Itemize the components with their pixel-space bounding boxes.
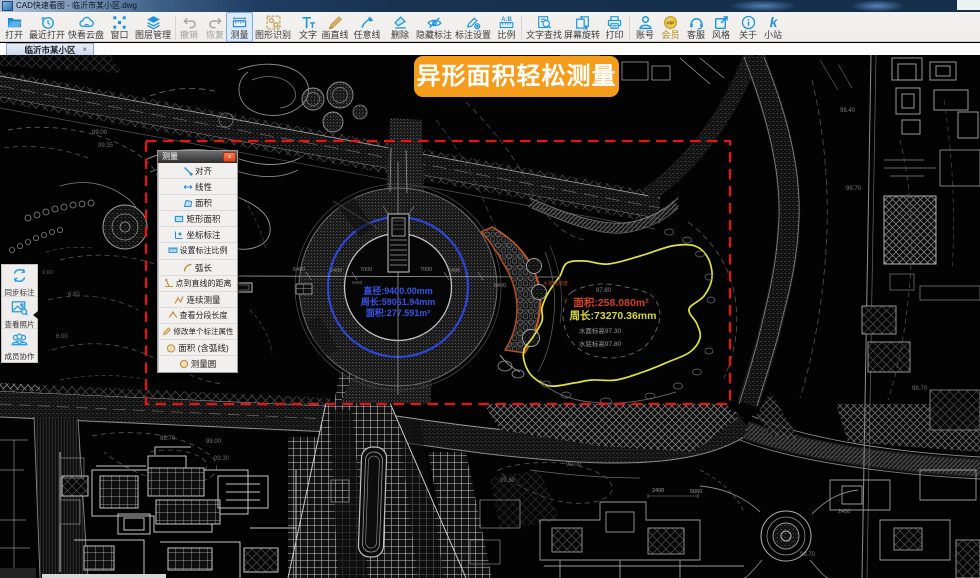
svg-text:99.00: 99.00 [92, 130, 108, 136]
svg-text:9.60: 9.60 [42, 270, 53, 276]
svg-text:7000: 7000 [420, 267, 432, 273]
svg-text:面积:277.591m²: 面积:277.591m² [366, 307, 431, 318]
svg-text:周长:59061.94mm: 周长:59061.94mm [361, 296, 436, 307]
svg-text:2400: 2400 [448, 268, 460, 274]
svg-text:97.80: 97.80 [596, 288, 612, 294]
svg-text:A:B: A:B [501, 16, 512, 23]
svg-text:2400: 2400 [652, 488, 664, 494]
svg-text:6.60: 6.60 [68, 292, 80, 298]
svg-text:6.00: 6.00 [56, 334, 68, 340]
svg-text:直径:9400.00mm: 直径:9400.00mm [363, 285, 433, 296]
svg-text:99.30: 99.30 [214, 456, 230, 462]
svg-text:k: k [769, 15, 778, 30]
svg-text:面积:258.080m²: 面积:258.080m² [573, 296, 649, 309]
svg-text:5060: 5060 [690, 489, 702, 495]
svg-text:2400: 2400 [838, 509, 850, 515]
svg-text:98.70: 98.70 [912, 386, 928, 392]
svg-text:99.00: 99.00 [206, 439, 222, 445]
svg-text:99.00: 99.00 [566, 462, 582, 468]
svg-text:99.00: 99.00 [560, 422, 574, 428]
svg-text:98.70: 98.70 [160, 436, 176, 442]
svg-text:周长:73270.36mm: 周长:73270.36mm [570, 309, 657, 322]
svg-text:9460: 9460 [352, 280, 363, 285]
svg-text:99.30: 99.30 [500, 478, 516, 484]
svg-text:水底标高97.80: 水底标高97.80 [579, 339, 622, 348]
svg-text:6400: 6400 [494, 283, 506, 289]
svg-text:水面标高97.30: 水面标高97.30 [579, 326, 622, 335]
svg-text:6400: 6400 [293, 267, 305, 273]
svg-text:水景标高度: 水景标高度 [543, 280, 568, 287]
svg-text:2400: 2400 [330, 268, 342, 274]
svg-text:98.40: 98.40 [840, 108, 856, 114]
svg-text:7000: 7000 [360, 267, 372, 273]
svg-text:99.35: 99.35 [98, 143, 114, 149]
svg-text:VIP: VIP [667, 21, 676, 27]
svg-text:98.70: 98.70 [846, 186, 862, 192]
